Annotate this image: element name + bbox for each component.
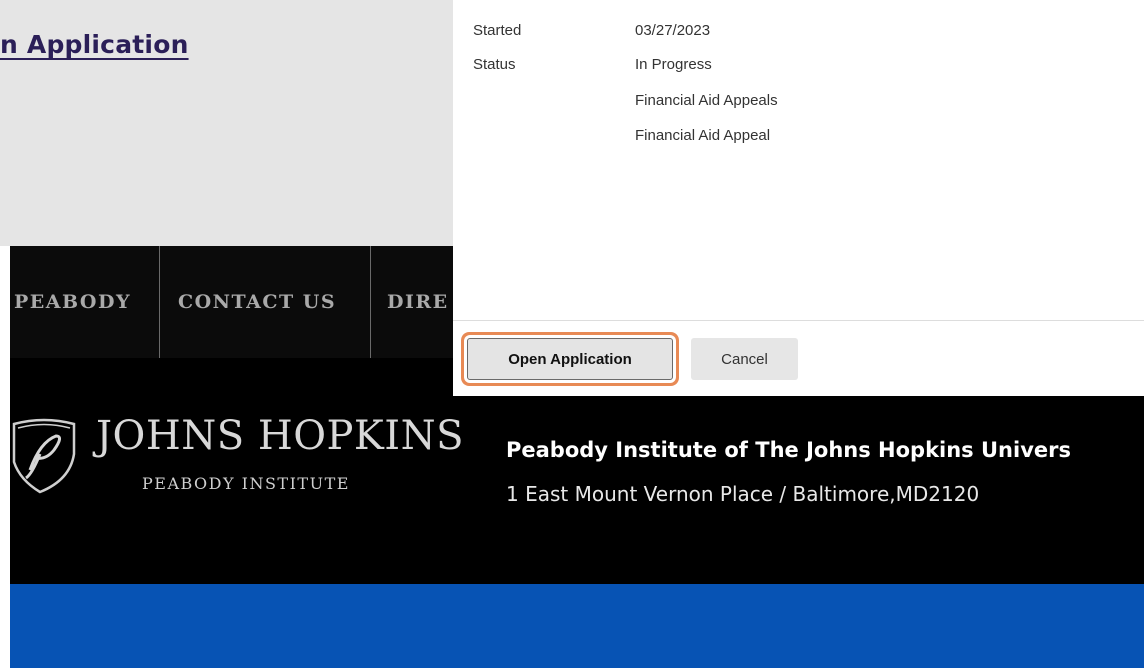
status-value: In Progress (635, 56, 712, 73)
dialog-divider (453, 320, 1144, 321)
nav-item-contact-us[interactable]: CONTACT US (178, 246, 336, 358)
institute-address: 1 East Mount Vernon Place / Baltimore,MD… (506, 482, 980, 506)
logo-subtitle: PEABODY INSTITUTE (142, 474, 350, 493)
nav-divider (370, 246, 371, 358)
category-value: Financial Aid Appeals (635, 92, 778, 109)
institute-name: Peabody Institute of The Johns Hopkins U… (506, 438, 1071, 462)
shield-crest-icon (12, 418, 76, 494)
started-label: Started (473, 22, 522, 39)
footer-blue-band (10, 584, 1144, 668)
application-dialog: Started 03/27/2023 Status In Progress Fi… (453, 0, 1144, 396)
logo-title: JOHNS HOPKINS (96, 413, 465, 459)
top-navigation: PEABODY CONTACT US DIRE (10, 246, 460, 358)
nav-item-directory[interactable]: DIRE (387, 246, 449, 358)
page-title-link[interactable]: n Application (0, 30, 189, 59)
status-label: Status (473, 56, 516, 73)
started-value: 03/27/2023 (635, 22, 711, 39)
form-name-value: Financial Aid Appeal (635, 127, 771, 144)
nav-item-peabody[interactable]: PEABODY (14, 246, 131, 358)
open-application-button[interactable]: Open Application (467, 338, 673, 380)
cancel-button[interactable]: Cancel (691, 338, 798, 380)
nav-divider (159, 246, 160, 358)
